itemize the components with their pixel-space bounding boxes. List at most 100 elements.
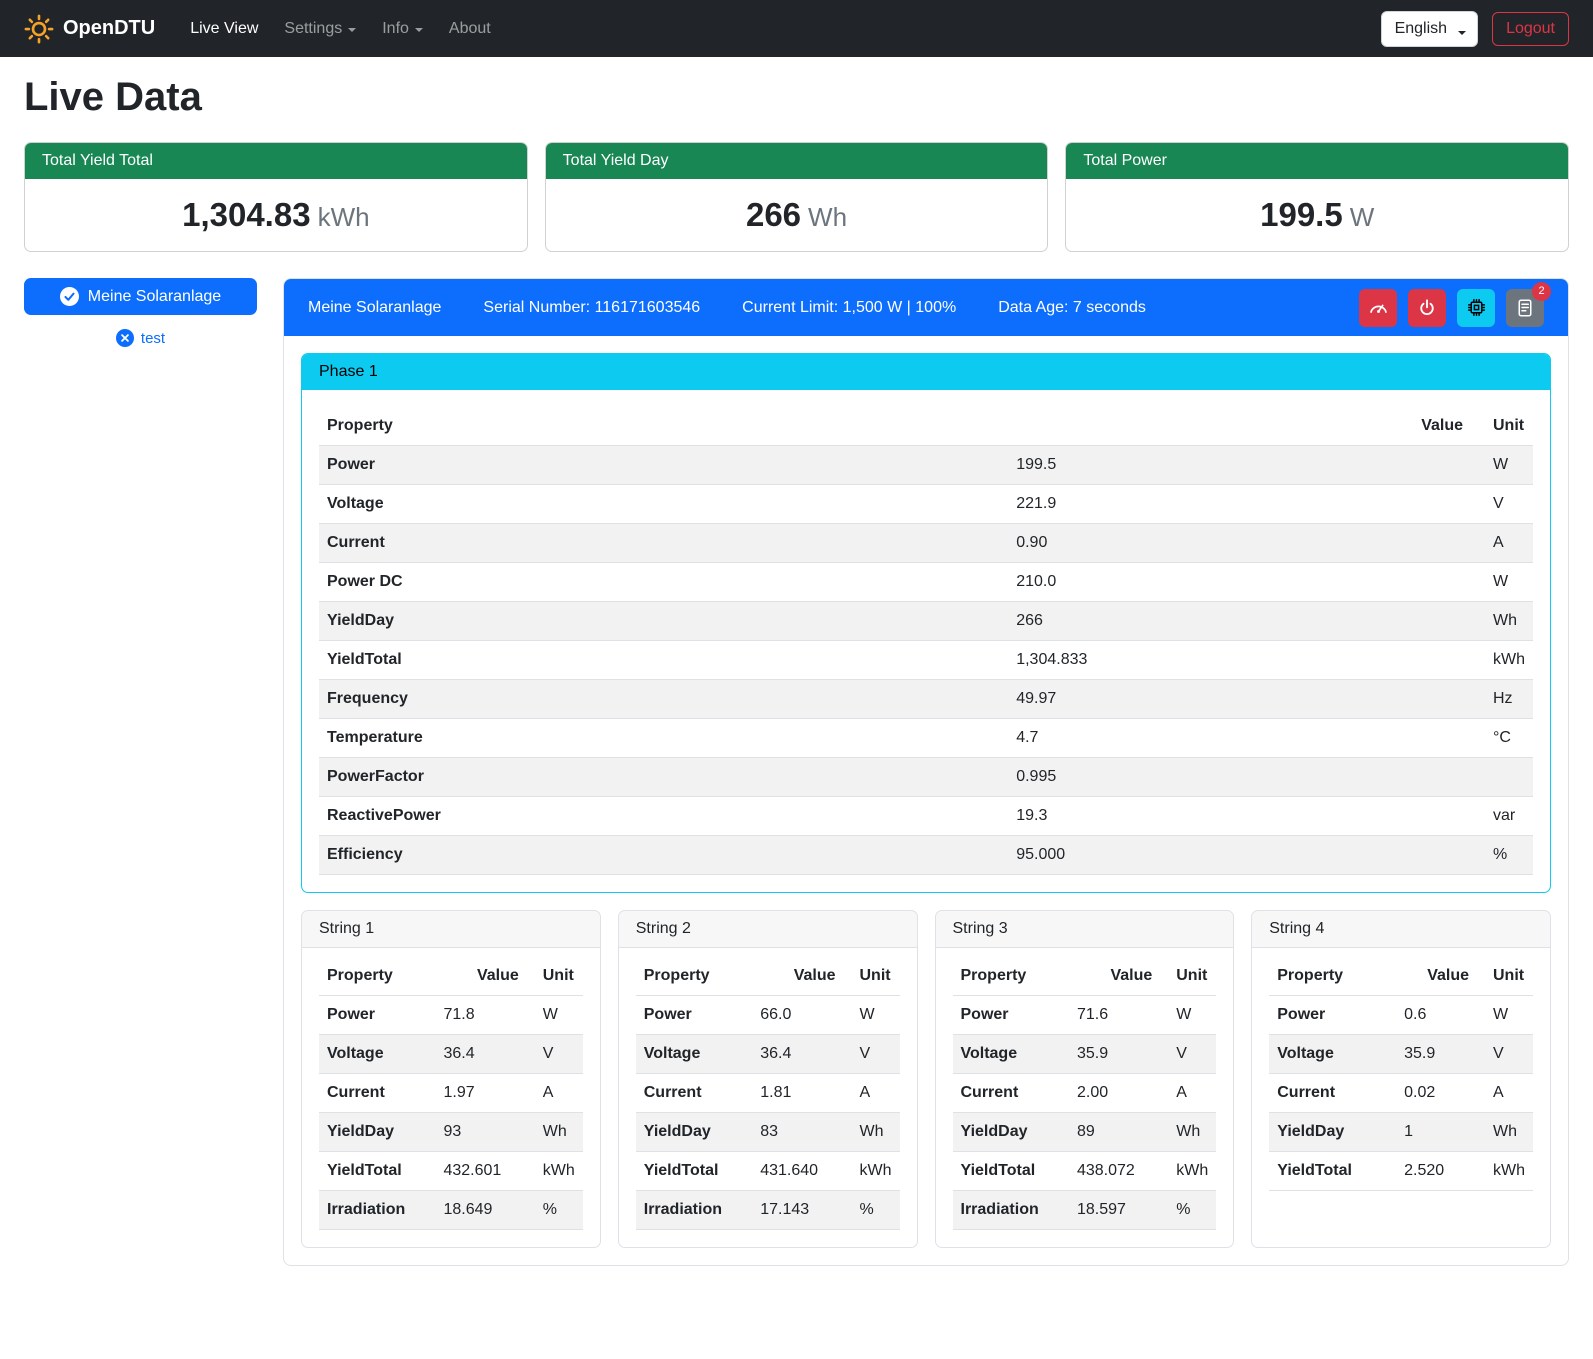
table-row: Voltage 35.9 V — [953, 1035, 1217, 1074]
property-unit: W — [527, 996, 583, 1035]
property-value: 0.6 — [1396, 996, 1477, 1035]
property-unit: A — [527, 1074, 583, 1113]
property-value: 4.7 — [1008, 719, 1471, 758]
nav-info-label: Info — [382, 20, 409, 38]
property-unit — [1471, 758, 1533, 797]
sidebar-item-test-label: test — [141, 330, 165, 347]
property-name: PowerFactor — [319, 758, 1008, 797]
nav-settings-dropdown[interactable]: Settings — [271, 12, 369, 46]
property-name: ReactivePower — [319, 797, 1008, 836]
column-header-unit: Unit — [1471, 407, 1533, 446]
event-log-button[interactable]: 2 — [1506, 289, 1544, 327]
property-value: 49.97 — [1008, 680, 1471, 719]
table-header-row: Property Value Unit — [953, 957, 1217, 996]
property-value: 1 — [1396, 1113, 1477, 1152]
power-icon — [1417, 298, 1437, 318]
table-row: Current 1.97 A — [319, 1074, 583, 1113]
property-value: 1,304.833 — [1008, 641, 1471, 680]
table-row: Power 66.0 W — [636, 996, 900, 1035]
property-unit: V — [1160, 1035, 1216, 1074]
property-name: Power — [319, 446, 1008, 485]
card-title: Total Yield Total — [25, 143, 527, 179]
power-button[interactable] — [1408, 289, 1446, 327]
nav-live-view-label: Live View — [190, 20, 258, 38]
table-row: Current 1.81 A — [636, 1074, 900, 1113]
sidebar-item-test[interactable]: test — [24, 328, 257, 348]
property-unit: Wh — [844, 1113, 900, 1152]
logout-button[interactable]: Logout — [1492, 12, 1569, 46]
inverter-sidebar: Meine Solaranlage test — [24, 278, 257, 348]
property-name: Efficiency — [319, 836, 1008, 875]
property-unit: W — [1471, 446, 1533, 485]
table-header-row: Property Value Unit — [636, 957, 900, 996]
x-circle-icon — [116, 329, 134, 347]
property-value: 95.000 — [1008, 836, 1471, 875]
brand[interactable]: OpenDTU — [24, 14, 155, 44]
card-title: Total Yield Day — [546, 143, 1048, 179]
property-unit: Wh — [1471, 602, 1533, 641]
property-unit: W — [1160, 996, 1216, 1035]
column-header-value: Value — [1008, 407, 1471, 446]
table-row: YieldDay 1 Wh — [1269, 1113, 1533, 1152]
string-card-title: String 4 — [1252, 911, 1550, 948]
table-row: Efficiency 95.000 % — [319, 836, 1533, 875]
inverter-panel: Meine Solaranlage Serial Number: 1161716… — [283, 278, 1569, 1266]
nav-info-dropdown[interactable]: Info — [369, 12, 436, 46]
nav-about[interactable]: About — [436, 12, 504, 46]
cpu-chip-icon — [1466, 297, 1487, 318]
property-value: 438.072 — [1069, 1152, 1160, 1191]
property-unit: Wh — [1477, 1113, 1533, 1152]
card-unit: kWh — [318, 202, 370, 232]
property-unit: var — [1471, 797, 1533, 836]
column-header-property: Property — [319, 407, 1008, 446]
property-name: Voltage — [953, 1035, 1069, 1074]
property-unit: kWh — [1477, 1152, 1533, 1191]
property-unit: Wh — [527, 1113, 583, 1152]
device-info-button[interactable] — [1457, 289, 1495, 327]
property-value: 36.4 — [752, 1035, 843, 1074]
property-value: 431.640 — [752, 1152, 843, 1191]
nav-about-label: About — [449, 20, 491, 38]
table-row: PowerFactor 0.995 — [319, 758, 1533, 797]
table-row: ReactivePower 19.3 var — [319, 797, 1533, 836]
property-value: 266 — [1008, 602, 1471, 641]
property-value: 199.5 — [1008, 446, 1471, 485]
property-value: 1.97 — [435, 1074, 526, 1113]
string-1-card: String 1 Property Value Unit — [301, 910, 601, 1248]
inverter-select-button[interactable]: Meine Solaranlage — [24, 278, 257, 315]
nav-settings-label: Settings — [284, 20, 342, 38]
table-row: YieldTotal 438.072 kWh — [953, 1152, 1217, 1191]
property-value: 18.597 — [1069, 1191, 1160, 1230]
journal-icon — [1515, 298, 1535, 318]
string-card-title: String 3 — [936, 911, 1234, 948]
property-name: YieldTotal — [1269, 1152, 1396, 1191]
language-select-value: English — [1395, 20, 1447, 37]
inverter-panel-header: Meine Solaranlage Serial Number: 1161716… — [284, 279, 1568, 336]
card-unit: Wh — [808, 202, 847, 232]
card-value: 199.5 — [1260, 196, 1343, 233]
table-row: YieldDay 89 Wh — [953, 1113, 1217, 1152]
property-name: Voltage — [319, 1035, 435, 1074]
card-value: 1,304.83 — [182, 196, 310, 233]
property-unit: % — [1471, 836, 1533, 875]
limit-settings-button[interactable] — [1359, 289, 1397, 327]
property-name: YieldDay — [953, 1113, 1069, 1152]
property-unit: W — [1477, 996, 1533, 1035]
card-title: Total Power — [1066, 143, 1568, 179]
table-row: YieldTotal 431.640 kWh — [636, 1152, 900, 1191]
table-row: Power 199.5 W — [319, 446, 1533, 485]
language-select[interactable]: English — [1381, 11, 1478, 47]
property-unit: Hz — [1471, 680, 1533, 719]
sun-logo-icon — [24, 14, 54, 44]
column-header-value: Value — [1069, 957, 1160, 996]
property-name: Power — [1269, 996, 1396, 1035]
string-card-title: String 1 — [302, 911, 600, 948]
strings-row: String 1 Property Value Unit — [301, 910, 1551, 1248]
property-name: Voltage — [319, 485, 1008, 524]
string-card-title: String 2 — [619, 911, 917, 948]
property-value: 93 — [435, 1113, 526, 1152]
nav-live-view[interactable]: Live View — [177, 12, 271, 46]
property-value: 17.143 — [752, 1191, 843, 1230]
panel-action-buttons: 2 — [1359, 289, 1544, 327]
column-header-unit: Unit — [1160, 957, 1216, 996]
